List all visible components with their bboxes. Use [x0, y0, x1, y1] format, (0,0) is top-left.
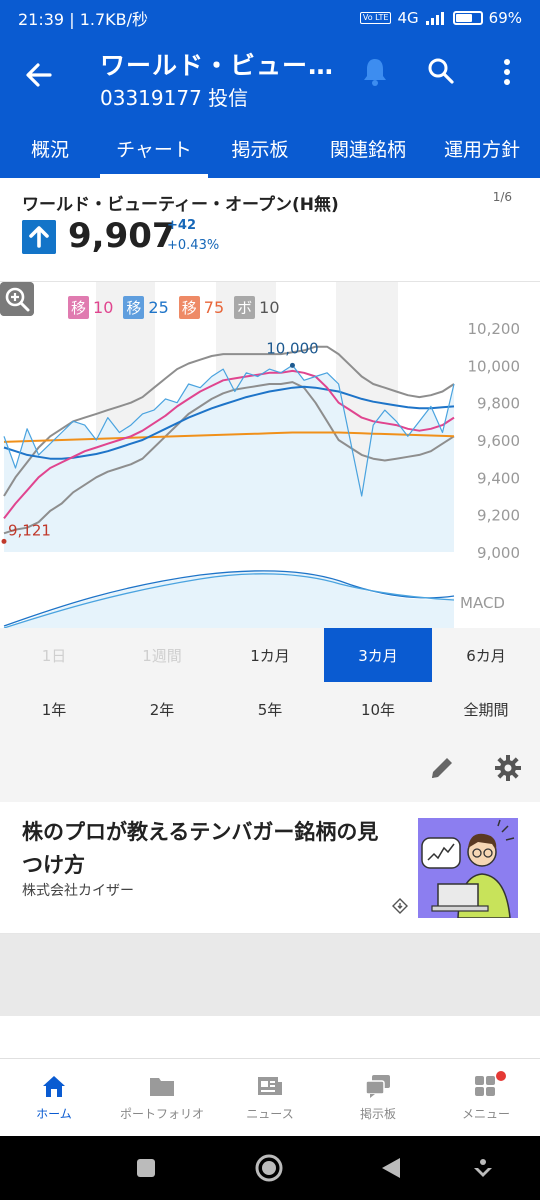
- tab-bar: 概況 チャート 掲示板 関連銘柄 運用方針: [0, 118, 540, 178]
- legend-ma10: 移 10: [68, 296, 113, 319]
- chart-tools: [0, 736, 540, 802]
- ad-sponsor: 株式会社カイザー: [22, 883, 134, 899]
- y-tick-label: 9,800: [477, 395, 520, 413]
- y-tick-label: 9,200: [477, 507, 520, 525]
- chart-legend[interactable]: 移 10 移 25 移 75 ボ 10: [68, 296, 280, 319]
- page-title: ワールド・ビュー…: [100, 51, 335, 80]
- period-row-1: 1日 1週間 1カ月 3カ月 6カ月: [0, 628, 540, 682]
- period-button: 1日: [41, 646, 67, 665]
- status-speed: 1.7KB/秒: [79, 10, 148, 29]
- period-button[interactable]: 2年: [108, 682, 216, 736]
- y-tick-label: 10,000: [468, 357, 521, 375]
- period-button[interactable]: 5年: [216, 682, 324, 736]
- page-indicator: 1/6: [492, 190, 512, 204]
- recents-icon[interactable]: [134, 1156, 158, 1180]
- notification-dot: [496, 1071, 506, 1081]
- battery-icon: [452, 11, 483, 25]
- nav-portfolio[interactable]: ポートフォリオ: [108, 1059, 216, 1136]
- y-tick-label: 10,200: [468, 320, 521, 338]
- back-arrow-icon[interactable]: [22, 58, 56, 92]
- period-row-2: 1年 2年 5年 10年 全期間: [0, 682, 540, 736]
- tab-chart[interactable]: チャート: [100, 118, 208, 178]
- period-button[interactable]: 全期間: [432, 682, 540, 736]
- pencil-icon[interactable]: [428, 754, 456, 782]
- fund-name: ワールド・ビューティー・オープン(H無): [22, 195, 339, 215]
- period-button[interactable]: 1年: [0, 682, 108, 736]
- high-marker: [289, 362, 295, 368]
- home-icon: [43, 1076, 65, 1097]
- tab-overview[interactable]: 概況: [0, 118, 100, 178]
- signal-icon: [425, 12, 444, 25]
- legend-bollinger: ボ 10: [234, 296, 280, 319]
- price-panel: ワールド・ビューティー・オープン(H無) 1/6 9,907 +42 +0.43…: [0, 178, 540, 282]
- period-button[interactable]: 10年: [324, 682, 432, 736]
- legend-ma75: 移 75: [178, 296, 224, 319]
- period-selector: 1日 1週間 1カ月 3カ月 6カ月 1年 2年 5年 10年 全期間: [0, 628, 540, 736]
- tab-board[interactable]: 掲示板: [208, 118, 312, 178]
- ad-info-icon[interactable]: [392, 898, 408, 914]
- tab-related[interactable]: 関連銘柄: [312, 118, 424, 178]
- page-subtitle: 03319177 投信: [100, 86, 249, 110]
- high-label: 10,000: [266, 339, 319, 357]
- price-chart[interactable]: 10,20010,0009,8009,6009,4009,2009,00010/…: [0, 282, 540, 628]
- price-change: +42: [167, 218, 196, 233]
- folder-icon: [150, 1078, 174, 1096]
- tab-policy[interactable]: 運用方針: [424, 118, 540, 178]
- up-arrow-icon: [22, 220, 56, 254]
- nav-board[interactable]: 掲示板: [324, 1059, 432, 1136]
- price-change-pct: +0.43%: [167, 238, 220, 253]
- ad-banner[interactable]: 株のプロが教えるテンバガー銘柄の見つけ方 株式会社カイザー: [0, 802, 540, 934]
- period-button[interactable]: 6カ月: [432, 628, 540, 682]
- app-bar: ワールド・ビュー… 03319177 投信: [0, 36, 540, 118]
- period-button[interactable]: 3カ月: [324, 628, 432, 682]
- bell-icon[interactable]: [360, 56, 390, 88]
- back-button-icon[interactable]: [378, 1155, 404, 1181]
- zoom-icon[interactable]: [0, 282, 34, 316]
- macd-label: MACD: [460, 594, 505, 612]
- nav-menu[interactable]: メニュー: [432, 1059, 540, 1136]
- more-vert-icon[interactable]: [498, 58, 516, 88]
- chat-icon: [365, 1075, 390, 1098]
- low-label: 9,121: [8, 521, 51, 539]
- status-bar: 21:39 | 1.7KB/秒 Vo LTE 4G 69%: [0, 0, 540, 36]
- y-tick-label: 9,600: [477, 432, 520, 450]
- nav-home[interactable]: ホーム: [0, 1059, 108, 1136]
- period-button[interactable]: 1カ月: [216, 628, 324, 682]
- low-marker: [1, 538, 7, 544]
- keyboard-hide-icon[interactable]: [470, 1156, 496, 1182]
- nav-news[interactable]: ニュース: [216, 1059, 324, 1136]
- y-tick-label: 9,000: [477, 544, 520, 562]
- status-time: 21:39: [18, 10, 65, 29]
- ad-illustration[interactable]: [418, 818, 518, 918]
- y-tick-label: 9,400: [477, 469, 520, 487]
- chart-canvas: 10,20010,0009,8009,6009,4009,2009,00010/…: [0, 282, 521, 628]
- status-time-speed: 21:39 | 1.7KB/秒: [18, 10, 148, 29]
- volte-icon: Vo LTE: [359, 12, 392, 24]
- spacer-band: [0, 934, 540, 1016]
- home-button-icon[interactable]: [254, 1153, 284, 1183]
- period-button: 1週間: [142, 646, 182, 665]
- legend-ma25: 移 25: [123, 296, 169, 319]
- news-icon: [258, 1077, 282, 1095]
- search-icon[interactable]: [426, 56, 456, 86]
- battery-percent: 69%: [488, 9, 522, 27]
- gear-icon[interactable]: [494, 754, 522, 782]
- current-price: 9,907: [68, 216, 176, 256]
- ad-title[interactable]: 株のプロが教えるテンバガー銘柄の見つけ方: [22, 816, 392, 882]
- system-nav-bar: [0, 1136, 540, 1200]
- network-type: 4G: [397, 9, 419, 27]
- bottom-nav: ホーム ポートフォリオ ニュース 掲示板 メニュー: [0, 1058, 540, 1136]
